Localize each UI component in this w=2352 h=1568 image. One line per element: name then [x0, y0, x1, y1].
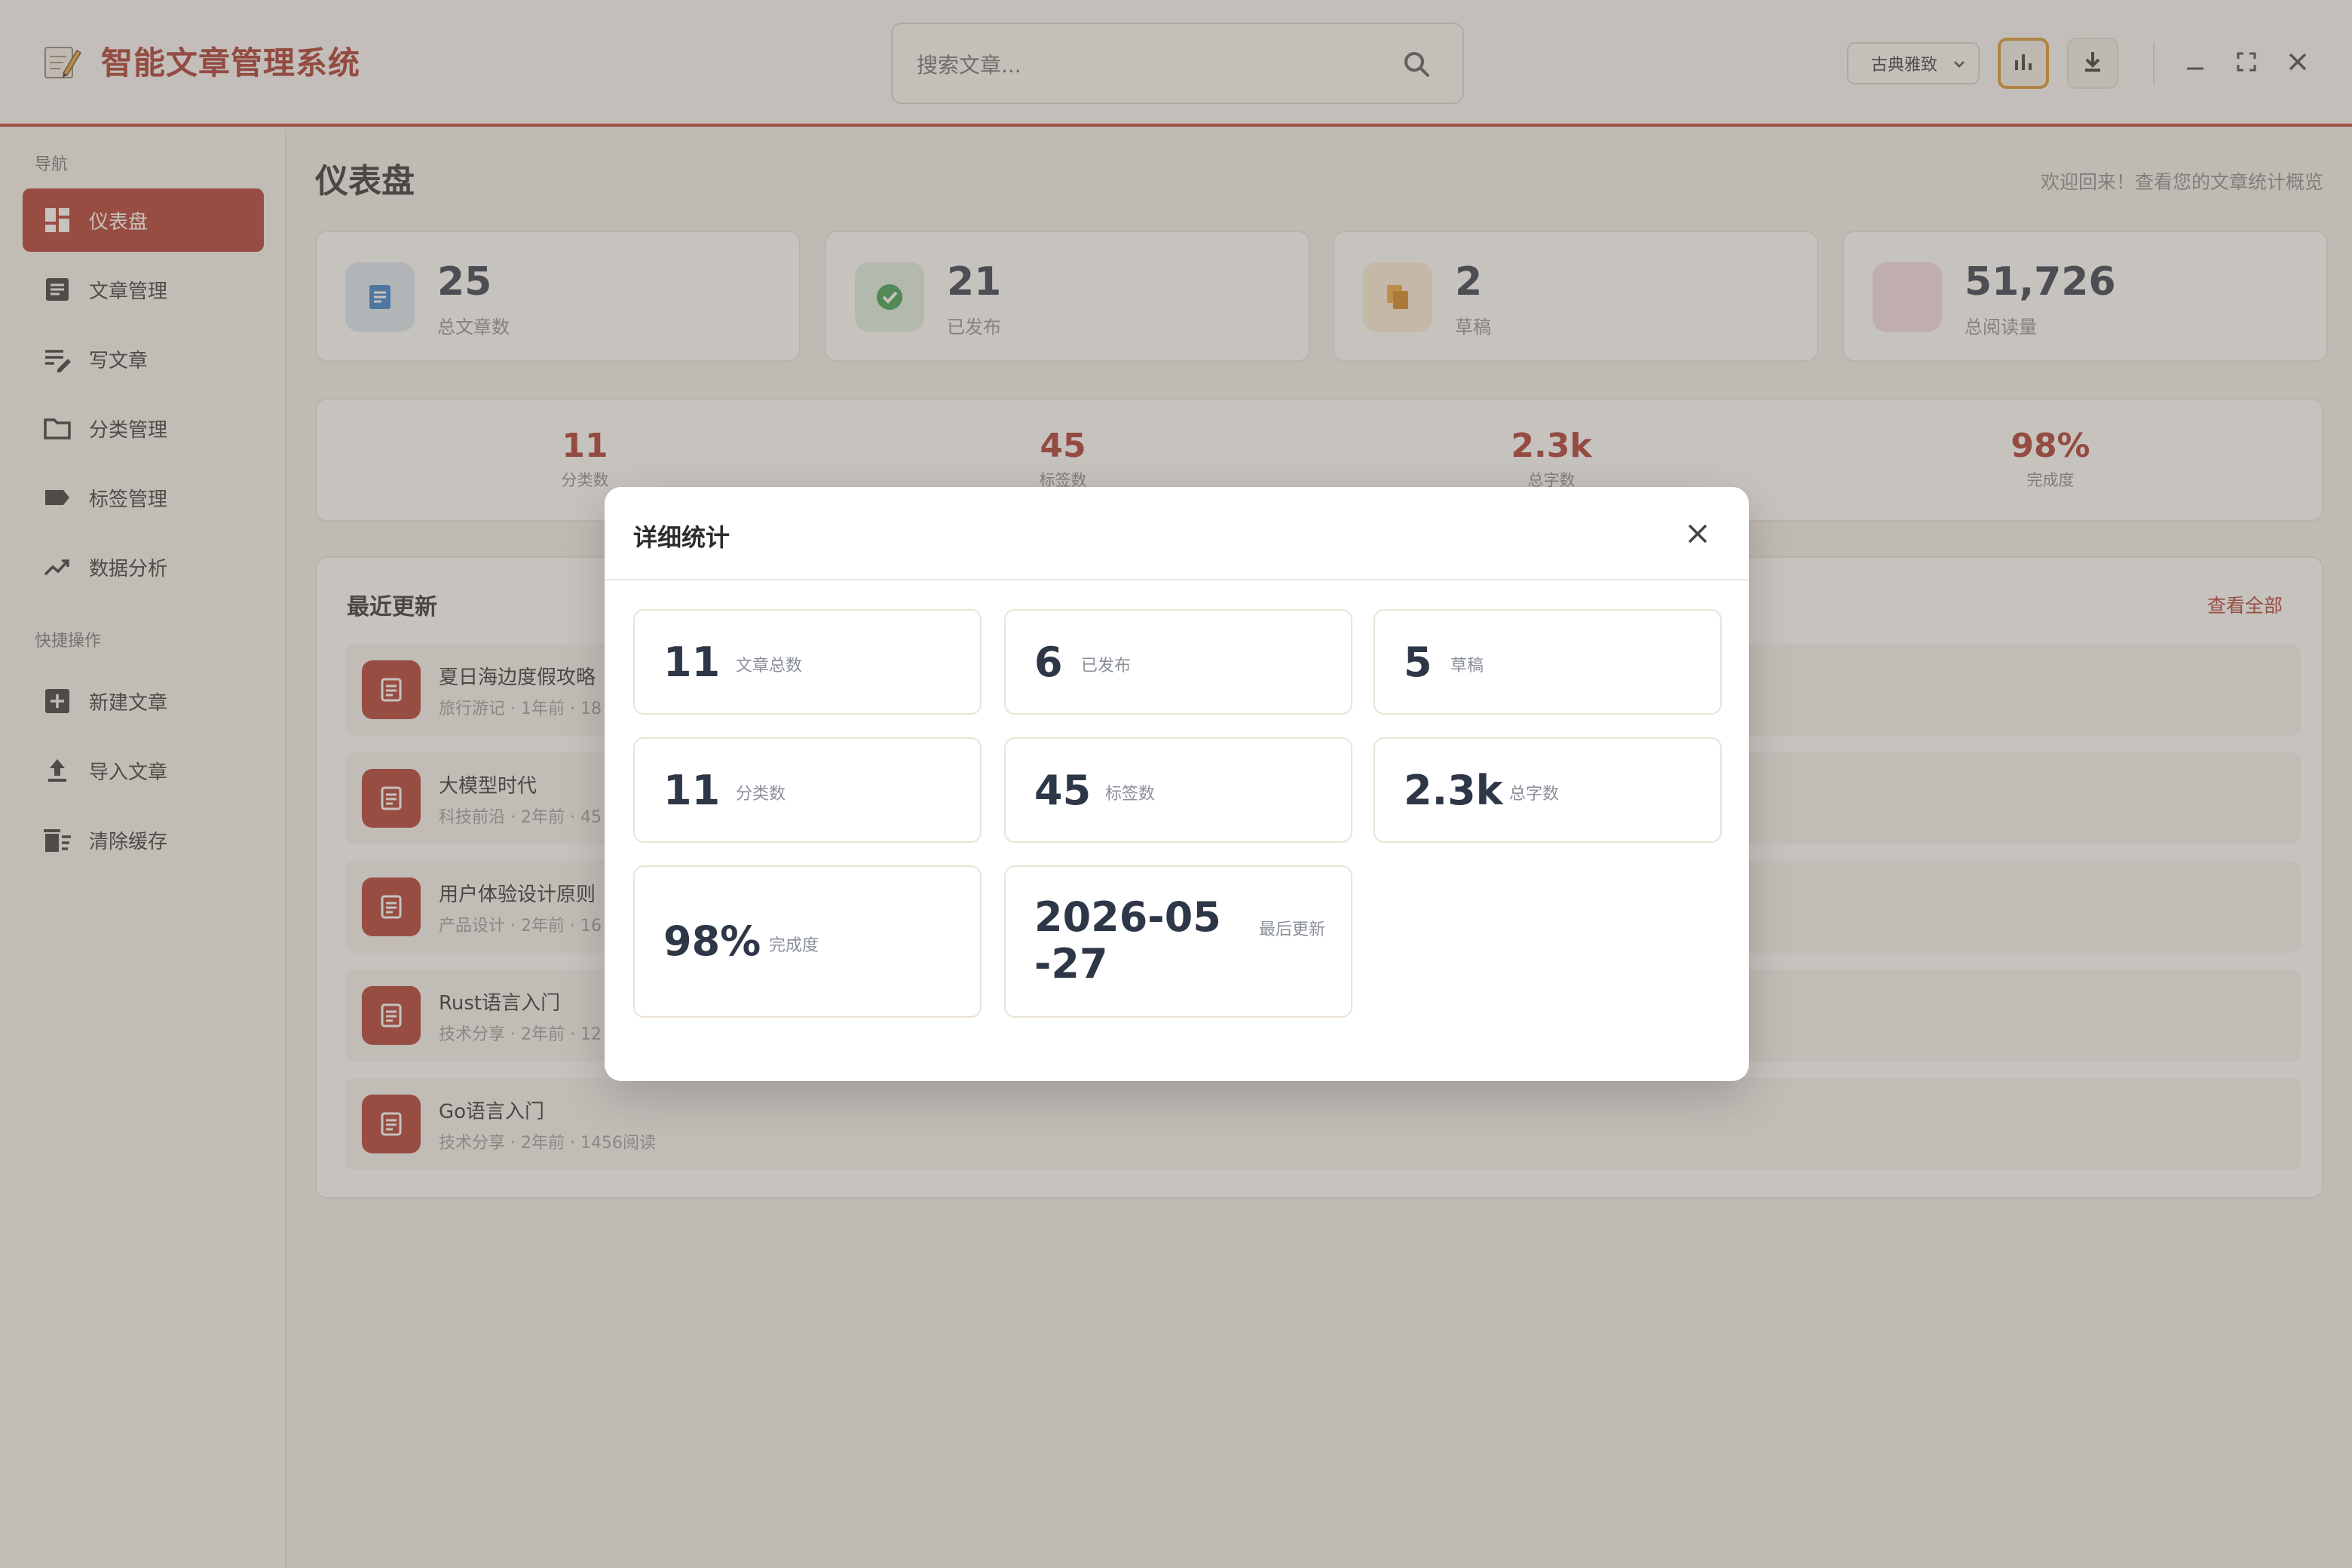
detail-card-tags: 45 标签数 [1004, 737, 1352, 843]
detail-card-published: 6 已发布 [1004, 609, 1352, 715]
detail-label: 草稿 [1450, 657, 1484, 675]
detail-card-completion: 98% 完成度 [633, 865, 982, 1018]
detail-label: 分类数 [736, 785, 786, 804]
detail-label: 最后更新 [1259, 920, 1326, 939]
close-icon [1683, 524, 1713, 552]
detail-label: 文章总数 [736, 657, 803, 675]
detail-value: 98% [663, 917, 761, 965]
modal-header: 详细统计 [605, 487, 1749, 580]
detail-card-categories: 11 分类数 [633, 737, 982, 843]
detail-value: 2.3k [1404, 767, 1503, 814]
detail-label: 总字数 [1509, 785, 1560, 804]
detail-label: 完成度 [769, 936, 819, 955]
detail-value: 11 [663, 767, 721, 814]
detail-value: 6 [1034, 639, 1063, 686]
detail-card-total-articles: 11 文章总数 [633, 609, 982, 715]
detail-card-words: 2.3k 总字数 [1374, 737, 1722, 843]
detail-label: 标签数 [1105, 785, 1156, 804]
detail-card-drafts: 5 草稿 [1374, 609, 1722, 715]
modal-close-button[interactable] [1683, 519, 1713, 549]
modal-title: 详细统计 [633, 523, 730, 552]
detail-label: 已发布 [1081, 657, 1132, 675]
detail-value: 2026-05-27 [1034, 893, 1221, 988]
detail-value: 5 [1404, 639, 1432, 686]
detail-card-last-updated: 2026-05-27 最后更新 [1004, 865, 1352, 1018]
detail-value: 45 [1034, 767, 1092, 814]
detail-value: 11 [663, 639, 721, 686]
detail-stats-modal: 详细统计 11 文章总数 6 已发布 5 草稿 11 分类数 45 标签数 2.… [605, 487, 1749, 1081]
